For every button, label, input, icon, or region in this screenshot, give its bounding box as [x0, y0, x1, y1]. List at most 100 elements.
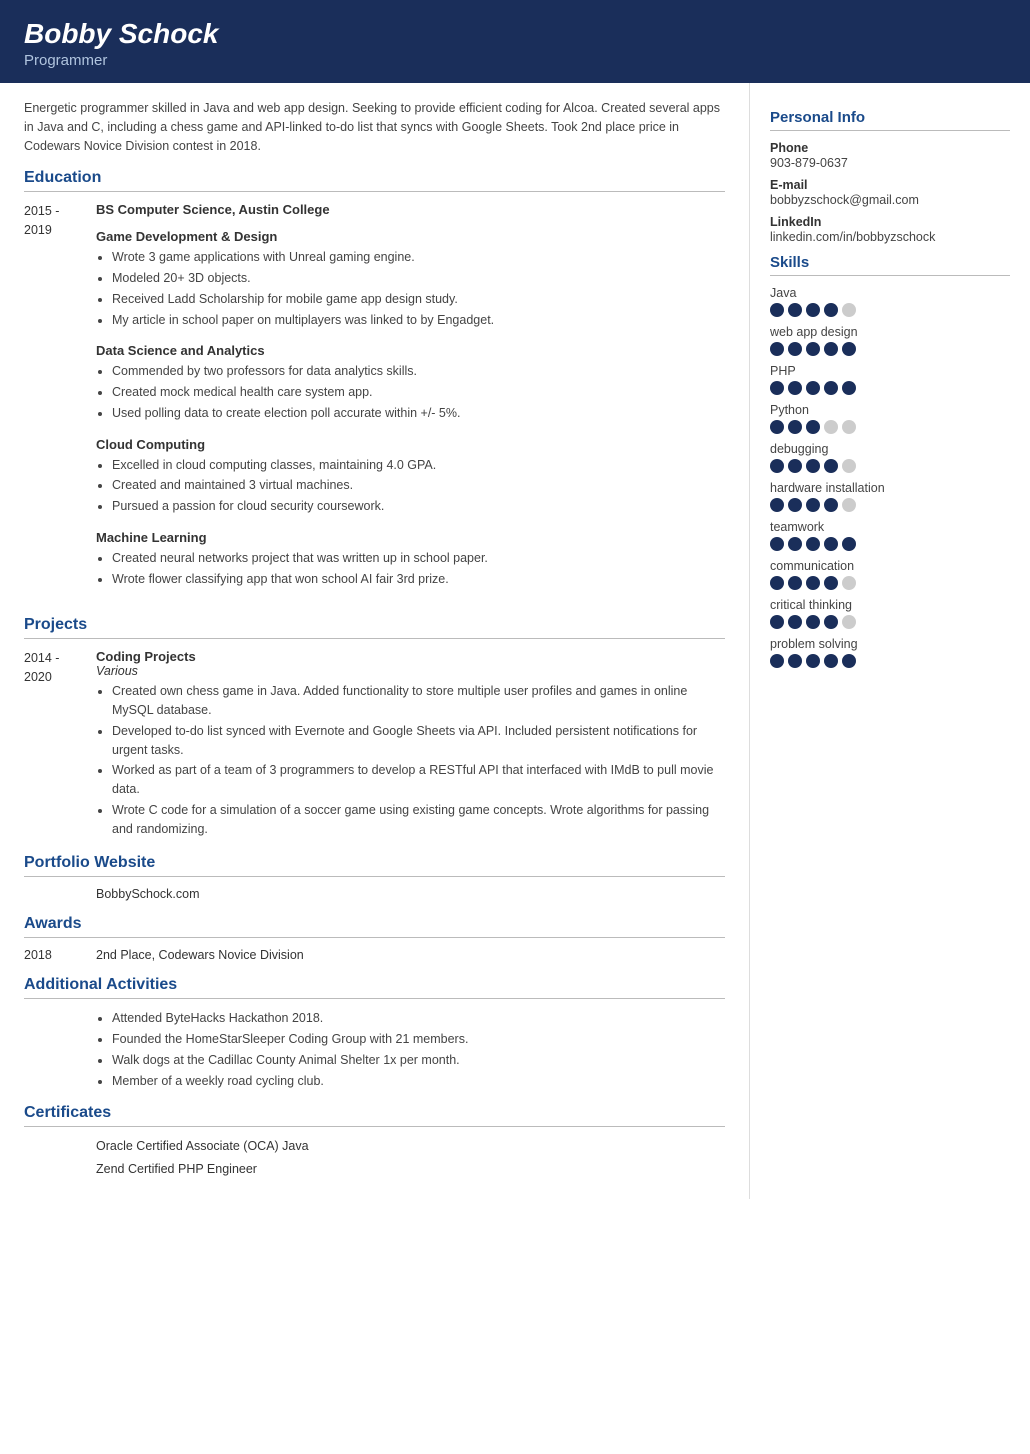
skill-dots — [770, 303, 1010, 317]
left-column: Energetic programmer skilled in Java and… — [0, 83, 750, 1199]
skill-dot-filled — [824, 303, 838, 317]
skill-name: Python — [770, 403, 1010, 417]
skill-dot-filled — [806, 303, 820, 317]
game-bullets: Wrote 3 game applications with Unreal ga… — [96, 248, 725, 329]
main-layout: Energetic programmer skilled in Java and… — [0, 83, 1030, 1199]
skill-name: Java — [770, 286, 1010, 300]
skill-dots — [770, 420, 1010, 434]
bullet: Received Ladd Scholarship for mobile gam… — [112, 290, 725, 309]
skill-dot-empty — [824, 420, 838, 434]
skill-dot-filled — [806, 342, 820, 356]
skill-row: PHP — [770, 364, 1010, 395]
skill-dot-filled — [824, 654, 838, 668]
skill-dots — [770, 381, 1010, 395]
skill-dot-filled — [824, 576, 838, 590]
certificates-divider — [24, 1126, 725, 1127]
bullet: Member of a weekly road cycling club. — [112, 1072, 725, 1091]
skill-name: teamwork — [770, 520, 1010, 534]
activities-title: Additional Activities — [24, 976, 725, 994]
bullet: Created own chess game in Java. Added fu… — [112, 682, 725, 720]
skill-dots — [770, 342, 1010, 356]
edu-subsection-game: Game Development & Design Wrote 3 game a… — [96, 229, 725, 329]
skill-dot-filled — [788, 498, 802, 512]
project-entry: 2014 -2020 Coding Projects Various Creat… — [24, 649, 725, 840]
edu-subsection-cloud: Cloud Computing Excelled in cloud comput… — [96, 437, 725, 516]
bullet: Founded the HomeStarSleeper Coding Group… — [112, 1030, 725, 1049]
subsection-title-cloud: Cloud Computing — [96, 437, 725, 452]
award-entry: 2018 2nd Place, Codewars Novice Division — [24, 948, 725, 962]
bullet: Used polling data to create election pol… — [112, 404, 725, 423]
skill-row: Python — [770, 403, 1010, 434]
skill-dot-filled — [824, 615, 838, 629]
activities-divider — [24, 998, 725, 999]
bullet: My article in school paper on multiplaye… — [112, 311, 725, 330]
skill-dot-filled — [806, 654, 820, 668]
skill-dot-filled — [770, 537, 784, 551]
skill-dot-filled — [842, 381, 856, 395]
personal-info-divider — [770, 130, 1010, 131]
skill-dot-filled — [842, 654, 856, 668]
candidate-name: Bobby Schock — [24, 18, 1006, 50]
award-year: 2018 — [24, 948, 96, 962]
skill-dot-filled — [770, 615, 784, 629]
skill-dots — [770, 459, 1010, 473]
skill-dot-filled — [770, 654, 784, 668]
awards-divider — [24, 937, 725, 938]
skill-dot-filled — [770, 420, 784, 434]
portfolio-title: Portfolio Website — [24, 854, 725, 872]
skill-name: critical thinking — [770, 598, 1010, 612]
portfolio-divider — [24, 876, 725, 877]
skill-dot-filled — [788, 654, 802, 668]
bullet: Attended ByteHacks Hackathon 2018. — [112, 1009, 725, 1028]
skill-dot-empty — [842, 498, 856, 512]
skill-name: PHP — [770, 364, 1010, 378]
skills-title: Skills — [770, 254, 1010, 271]
skill-dot-filled — [806, 537, 820, 551]
skill-name: hardware installation — [770, 481, 1010, 495]
skills-divider — [770, 275, 1010, 276]
subsection-title-game: Game Development & Design — [96, 229, 725, 244]
bullet: Created neural networks project that was… — [112, 549, 725, 568]
personal-info-title: Personal Info — [770, 109, 1010, 126]
skill-name: debugging — [770, 442, 1010, 456]
education-entry: 2015 -2019 BS Computer Science, Austin C… — [24, 202, 725, 602]
skill-dot-empty — [842, 420, 856, 434]
bullet: Wrote 3 game applications with Unreal ga… — [112, 248, 725, 267]
project-title: Coding Projects — [96, 649, 725, 664]
skill-dot-filled — [770, 342, 784, 356]
email-label: E-mail — [770, 178, 1010, 192]
cert-item-0: Oracle Certified Associate (OCA) Java — [96, 1137, 725, 1156]
skills-container: Java web app design PHP Python debugging hard… — [770, 286, 1010, 668]
edu-degree: BS Computer Science, Austin College — [96, 202, 725, 217]
skill-dot-filled — [770, 498, 784, 512]
skill-dot-empty — [842, 303, 856, 317]
skill-dot-filled — [788, 576, 802, 590]
skill-dots — [770, 654, 1010, 668]
candidate-title: Programmer — [24, 52, 1006, 69]
phone-value: 903-879-0637 — [770, 156, 1010, 170]
awards-title: Awards — [24, 915, 725, 933]
edu-subsection-ml: Machine Learning Created neural networks… — [96, 530, 725, 589]
bullet: Created mock medical health care system … — [112, 383, 725, 402]
skill-dots — [770, 615, 1010, 629]
header: Bobby Schock Programmer — [0, 0, 1030, 83]
cloud-bullets: Excelled in cloud computing classes, mai… — [96, 456, 725, 516]
bullet: Commended by two professors for data ana… — [112, 362, 725, 381]
skill-dots — [770, 498, 1010, 512]
skill-dot-filled — [806, 381, 820, 395]
data-bullets: Commended by two professors for data ana… — [96, 362, 725, 422]
edu-years: 2015 -2019 — [24, 202, 96, 602]
skill-dot-filled — [806, 459, 820, 473]
skill-name: web app design — [770, 325, 1010, 339]
education-divider — [24, 191, 725, 192]
subsection-title-ml: Machine Learning — [96, 530, 725, 545]
skill-dot-filled — [788, 303, 802, 317]
skill-dot-filled — [788, 537, 802, 551]
subsection-title-data: Data Science and Analytics — [96, 343, 725, 358]
skill-name: communication — [770, 559, 1010, 573]
skill-dots — [770, 537, 1010, 551]
activities-content: Attended ByteHacks Hackathon 2018. Found… — [96, 1009, 725, 1090]
skill-dot-empty — [842, 615, 856, 629]
email-value: bobbyzschock@gmail.com — [770, 193, 1010, 207]
skill-row: communication — [770, 559, 1010, 590]
